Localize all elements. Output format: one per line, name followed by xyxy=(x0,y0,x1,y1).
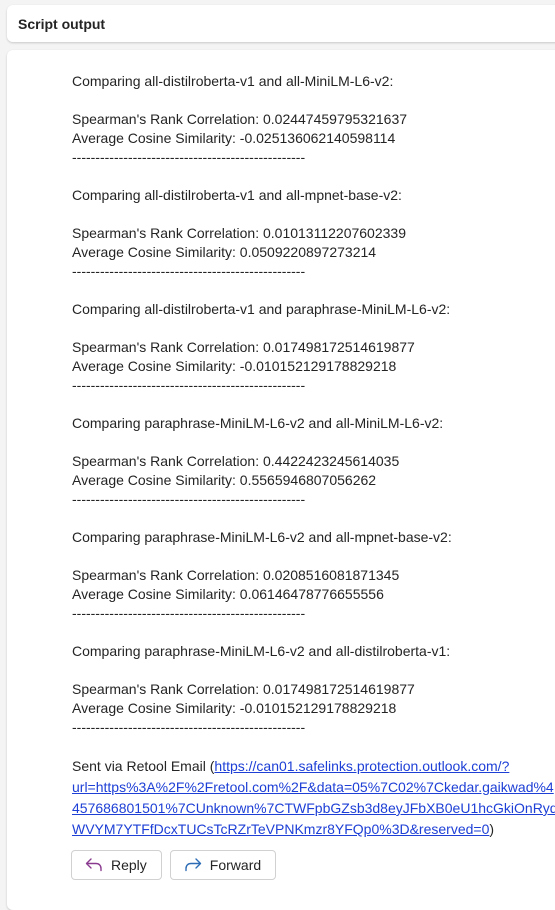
separator-line: ----------------------------------------… xyxy=(72,605,306,621)
comparison-block: Comparing all-distilroberta-v1 and all-m… xyxy=(72,186,555,300)
safelinks-link-line-2[interactable]: url=https%3A%2F%2Fretool.com%2F&data=05%… xyxy=(72,779,554,795)
spearman-correlation: Spearman's Rank Correlation: 0.010131122… xyxy=(72,225,406,241)
separator-line: ----------------------------------------… xyxy=(72,491,306,507)
spearman-correlation: Spearman's Rank Correlation: 0.020851608… xyxy=(72,567,400,583)
cosine-similarity: Average Cosine Similarity: 0.06146478776… xyxy=(72,586,384,602)
footer-prefix: Sent via Retool Email ( xyxy=(72,758,215,774)
comparison-block: Comparing all-distilroberta-v1 and all-M… xyxy=(72,72,555,186)
comparison-heading: Comparing all-distilroberta-v1 and parap… xyxy=(72,301,451,317)
comparison-block: Comparing paraphrase-MiniLM-L6-v2 and al… xyxy=(72,414,555,528)
email-footer: Sent via Retool Email (https://can01.saf… xyxy=(72,756,555,840)
comparison-heading: Comparing paraphrase-MiniLM-L6-v2 and al… xyxy=(72,415,444,431)
reply-label: Reply xyxy=(111,857,147,873)
comparison-list: Comparing all-distilroberta-v1 and all-M… xyxy=(72,72,555,756)
message-body: Comparing all-distilroberta-v1 and all-M… xyxy=(7,50,555,910)
cosine-similarity: Average Cosine Similarity: 0.55659468070… xyxy=(72,472,377,488)
spearman-correlation: Spearman's Rank Correlation: 0.017498172… xyxy=(72,339,415,355)
separator-line: ----------------------------------------… xyxy=(72,377,306,393)
header-bar: Script output xyxy=(7,5,555,42)
spearman-correlation: Spearman's Rank Correlation: 0.442242324… xyxy=(72,453,400,469)
message-actions: Reply Forward xyxy=(71,850,277,880)
spearman-correlation: Spearman's Rank Correlation: 0.024474597… xyxy=(72,111,408,127)
comparison-block: Comparing paraphrase-MiniLM-L6-v2 and al… xyxy=(72,528,555,642)
page-title: Script output xyxy=(18,15,106,32)
cosine-similarity: Average Cosine Similarity: -0.0251360621… xyxy=(72,130,396,146)
reply-button[interactable]: Reply xyxy=(71,850,162,880)
cosine-similarity: Average Cosine Similarity: 0.05092208972… xyxy=(72,244,377,260)
forward-icon xyxy=(185,858,201,872)
comparison-heading: Comparing paraphrase-MiniLM-L6-v2 and al… xyxy=(72,643,451,659)
comparison-heading: Comparing paraphrase-MiniLM-L6-v2 and al… xyxy=(72,529,452,545)
forward-label: Forward xyxy=(209,857,262,873)
separator-line: ----------------------------------------… xyxy=(72,149,306,165)
spearman-correlation: Spearman's Rank Correlation: 0.017498172… xyxy=(72,681,415,697)
forward-button[interactable]: Forward xyxy=(169,850,277,880)
safelinks-link-line-3[interactable]: 457686801501%7CUnknown%7CTWFpbGZsb3d8eyJ… xyxy=(72,800,555,816)
separator-line: ----------------------------------------… xyxy=(72,263,306,279)
reply-icon xyxy=(85,858,102,872)
cosine-similarity: Average Cosine Similarity: -0.0101521291… xyxy=(72,358,397,374)
comparison-block: Comparing paraphrase-MiniLM-L6-v2 and al… xyxy=(72,642,555,756)
separator-line: ----------------------------------------… xyxy=(72,719,306,735)
comparison-heading: Comparing all-distilroberta-v1 and all-M… xyxy=(72,73,394,89)
safelinks-link-line-1[interactable]: https://can01.safelinks.protection.outlo… xyxy=(214,758,509,774)
footer-suffix: ) xyxy=(489,821,495,837)
safelinks-link-line-4[interactable]: WVYM7YTFfDcxTUCsTcRZrTeVPNKmzr8YFQp0%3D&… xyxy=(72,821,489,837)
comparison-heading: Comparing all-distilroberta-v1 and all-m… xyxy=(72,187,402,203)
cosine-similarity: Average Cosine Similarity: -0.0101521291… xyxy=(72,700,397,716)
script-output-content: Comparing all-distilroberta-v1 and all-M… xyxy=(72,72,555,840)
comparison-block: Comparing all-distilroberta-v1 and parap… xyxy=(72,300,555,414)
